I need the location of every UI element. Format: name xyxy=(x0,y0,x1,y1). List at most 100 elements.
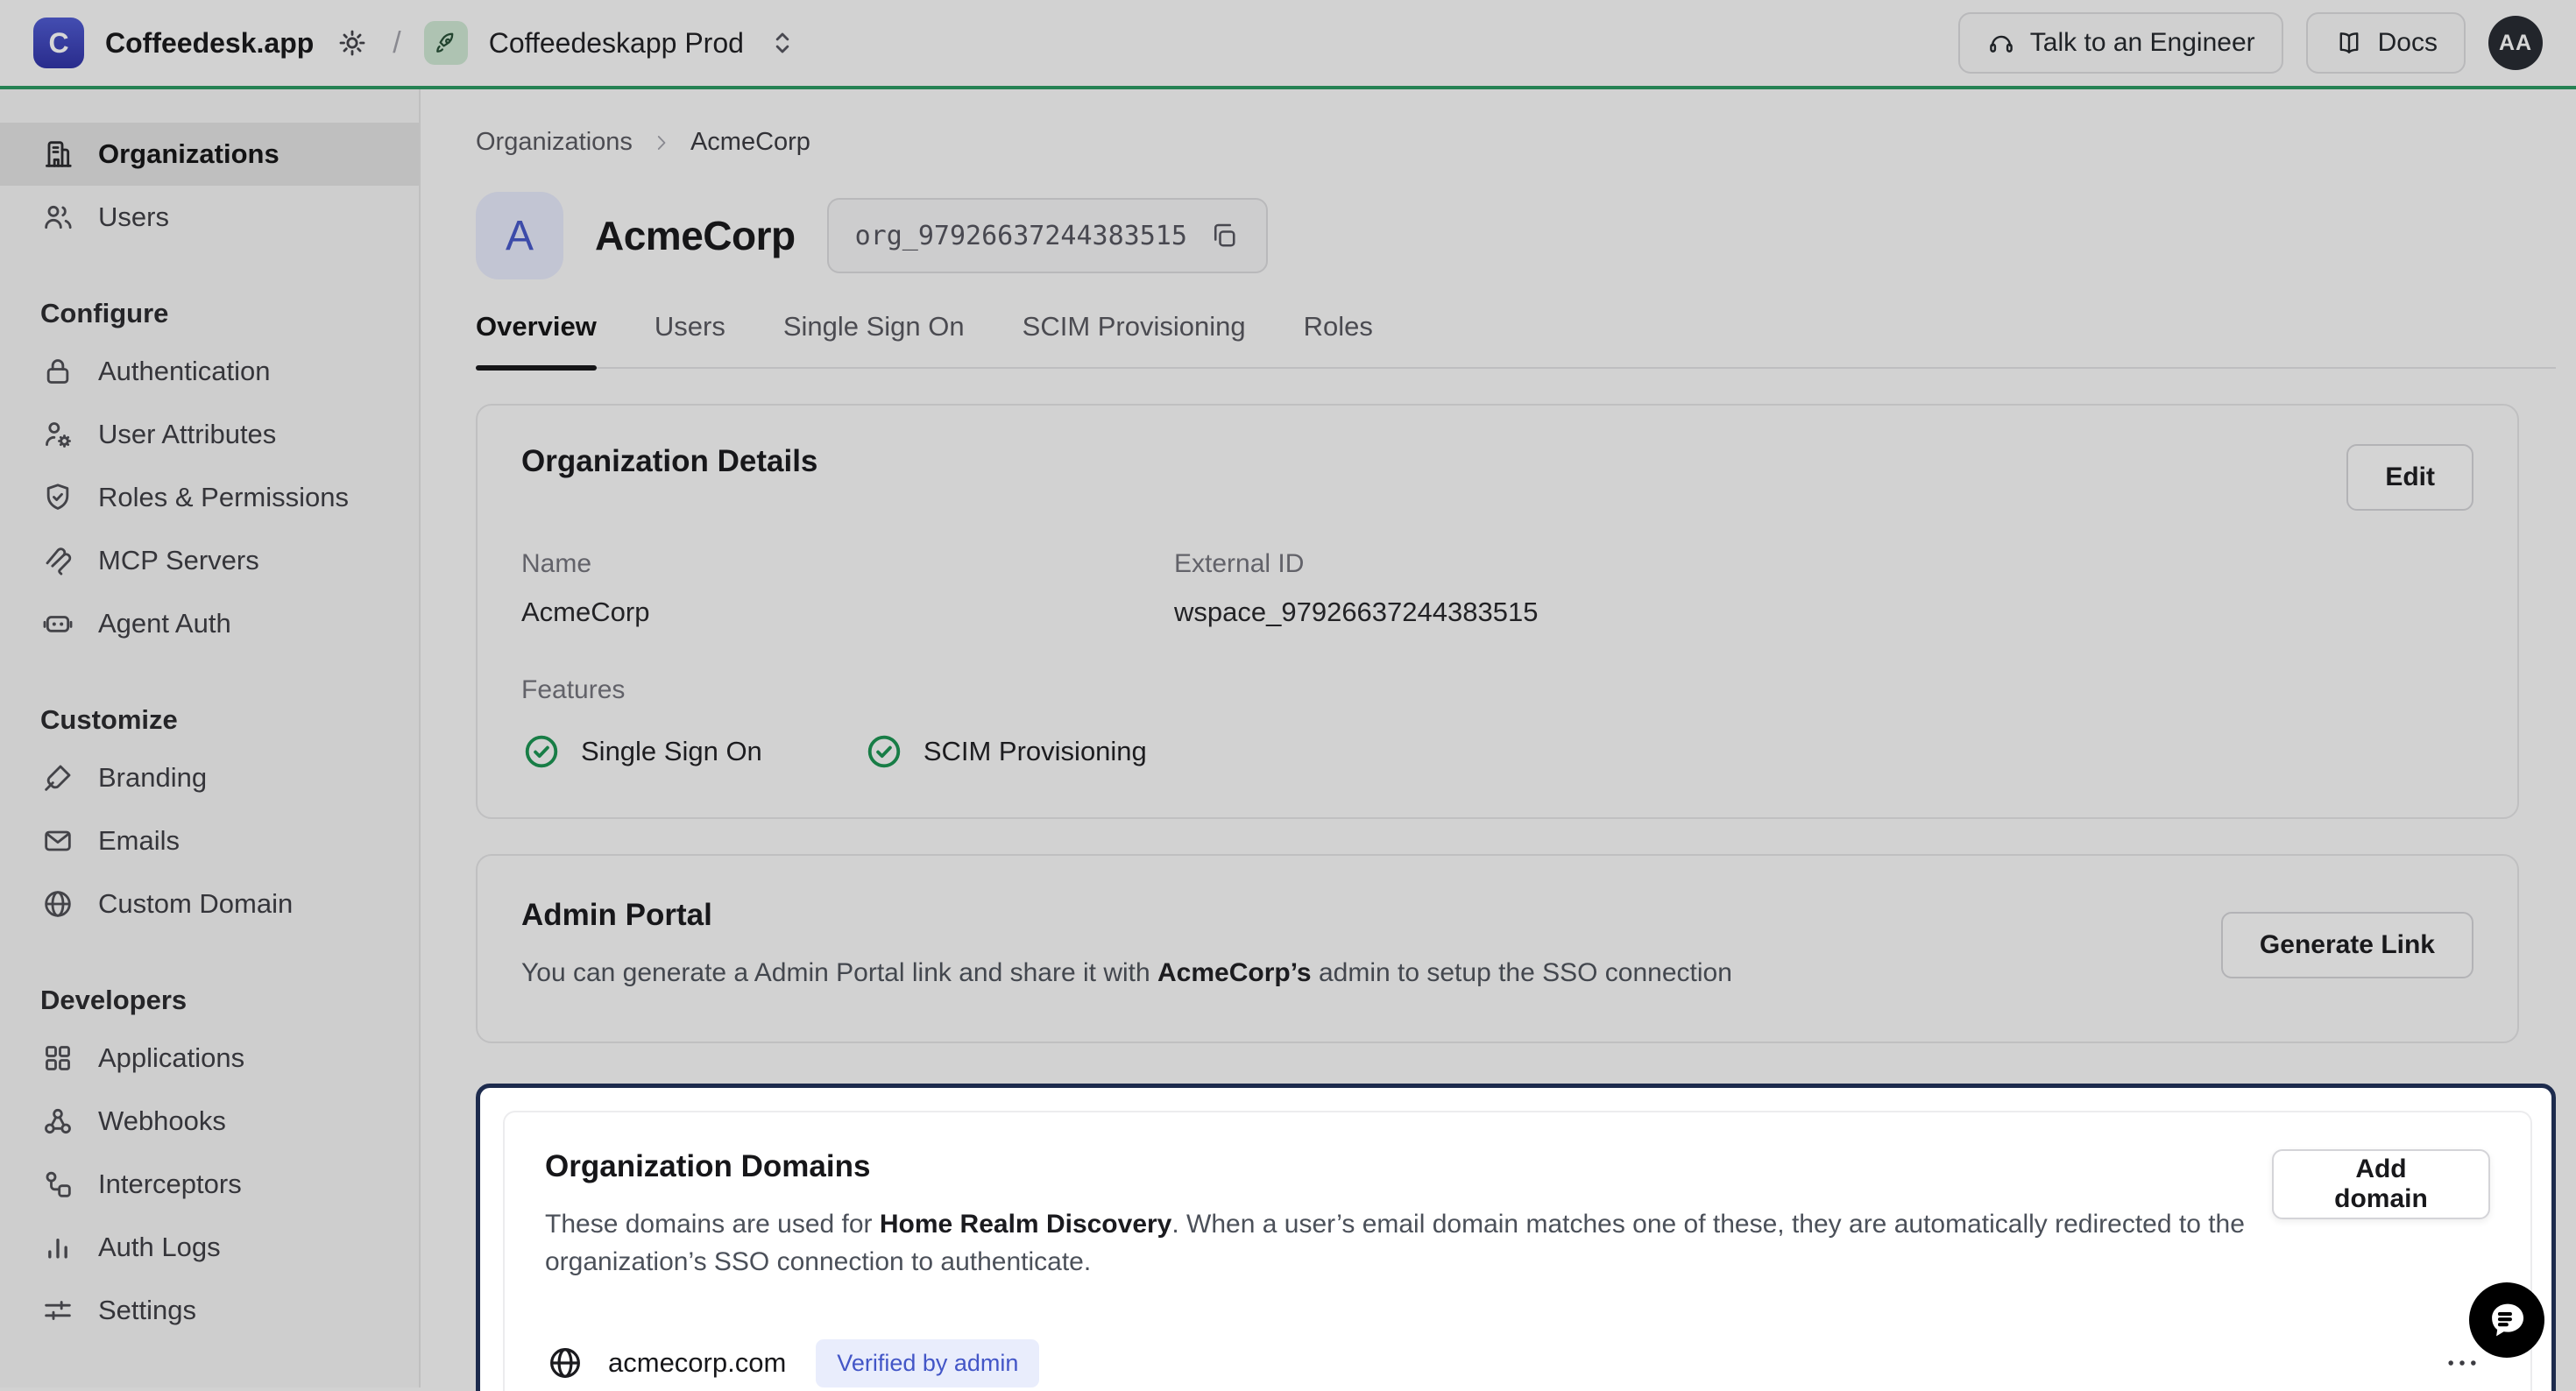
tab-single-sign-on[interactable]: Single Sign On xyxy=(783,311,965,367)
sidebar-item-authentication[interactable]: Authentication xyxy=(0,340,419,403)
domain-name: acmecorp.com xyxy=(608,1347,786,1379)
sidebar-item-label: Interceptors xyxy=(98,1169,242,1200)
ellipsis-icon xyxy=(2443,1344,2481,1382)
generate-link-button[interactable]: Generate Link xyxy=(2221,912,2473,978)
chat-bubble-icon xyxy=(2484,1297,2530,1343)
sidebar-item-label: Settings xyxy=(98,1295,196,1326)
feature-scim-provisioning: SCIM Provisioning xyxy=(864,731,1147,772)
sidebar-item-label: MCP Servers xyxy=(98,545,259,576)
organization-details-card: Organization Details Edit Name AcmeCorp … xyxy=(476,404,2519,819)
organization-domains-description: These domains are used for Home Realm Di… xyxy=(545,1205,2272,1282)
sidebar-item-roles-permissions[interactable]: Roles & Permissions xyxy=(0,466,419,529)
sidebar-item-label: Users xyxy=(98,201,169,233)
domains-desc-bold: Home Realm Discovery xyxy=(880,1210,1172,1239)
sidebar-section-developers: Developers xyxy=(0,974,419,1027)
page-title: AcmeCorp xyxy=(595,212,796,259)
talk-to-engineer-button[interactable]: Talk to an Engineer xyxy=(1958,12,2283,74)
admin-portal-desc-pre: You can generate a Admin Portal link and… xyxy=(521,958,1157,987)
verified-badge: Verified by admin xyxy=(816,1339,1039,1387)
book-icon xyxy=(2334,28,2364,58)
sidebar-item-emails[interactable]: Emails xyxy=(0,809,419,872)
feature-label: Single Sign On xyxy=(581,736,762,767)
check-circle-icon xyxy=(864,731,904,772)
chat-widget-button[interactable] xyxy=(2469,1282,2544,1358)
sidebar-item-label: Authentication xyxy=(98,356,270,387)
shield-check-icon xyxy=(40,480,75,515)
edit-button[interactable]: Edit xyxy=(2346,444,2473,511)
sidebar-item-label: Auth Logs xyxy=(98,1232,221,1263)
copy-icon[interactable] xyxy=(1208,220,1240,251)
organization-domains-title: Organization Domains xyxy=(545,1149,2272,1184)
sidebar-item-mcp-servers[interactable]: MCP Servers xyxy=(0,529,419,592)
breadcrumb-current: AcmeCorp xyxy=(690,128,810,157)
chevron-up-down-icon[interactable] xyxy=(765,25,800,60)
lock-icon xyxy=(40,354,75,389)
breadcrumb-organizations[interactable]: Organizations xyxy=(476,128,633,157)
users-icon xyxy=(40,200,75,235)
topbar: C Coffeedesk.app / Coffeedeskapp Prod Ta… xyxy=(0,0,2576,89)
bar-chart-icon xyxy=(40,1230,75,1265)
environment-name: Coffeedeskapp Prod xyxy=(489,27,744,60)
sidebar-item-interceptors[interactable]: Interceptors xyxy=(0,1153,419,1216)
admin-portal-description: You can generate a Admin Portal link and… xyxy=(521,954,1732,992)
name-value: AcmeCorp xyxy=(521,597,1174,628)
feature-label: SCIM Provisioning xyxy=(924,736,1147,767)
sidebar-item-branding[interactable]: Branding xyxy=(0,746,419,809)
sidebar-item-applications[interactable]: Applications xyxy=(0,1027,419,1090)
external-id-value: wspace_97926637244383515 xyxy=(1174,597,2473,628)
org-avatar: A xyxy=(476,192,563,279)
sidebar-item-user-attributes[interactable]: User Attributes xyxy=(0,403,419,466)
mcp-icon xyxy=(40,543,75,578)
sidebar-item-label: Custom Domain xyxy=(98,888,293,920)
sidebar-item-label: Roles & Permissions xyxy=(98,482,349,513)
building-icon xyxy=(40,137,75,172)
environment-chip[interactable] xyxy=(424,21,468,65)
breadcrumb-slash: / xyxy=(393,26,400,60)
sidebar-item-agent-auth[interactable]: Agent Auth xyxy=(0,592,419,655)
sidebar: Organizations Users Configure Authentica… xyxy=(0,89,421,1387)
admin-portal-desc-post: admin to setup the SSO connection xyxy=(1312,958,1732,987)
sidebar-item-custom-domain[interactable]: Custom Domain xyxy=(0,872,419,936)
app-logo[interactable]: C xyxy=(33,18,84,68)
sidebar-item-label: Branding xyxy=(98,762,207,794)
rocket-icon xyxy=(432,29,460,57)
external-id-label: External ID xyxy=(1174,549,2473,579)
add-domain-button[interactable]: Add domain xyxy=(2272,1149,2490,1219)
sidebar-item-webhooks[interactable]: Webhooks xyxy=(0,1090,419,1153)
webhook-icon xyxy=(40,1104,75,1139)
sidebar-item-label: Organizations xyxy=(98,138,280,170)
user-avatar[interactable]: AA xyxy=(2488,16,2543,70)
sidebar-item-settings[interactable]: Settings xyxy=(0,1279,419,1342)
nodes-icon xyxy=(40,1167,75,1202)
chevron-right-icon xyxy=(650,131,673,154)
docs-button[interactable]: Docs xyxy=(2306,12,2466,74)
tab-roles[interactable]: Roles xyxy=(1304,311,1373,367)
main-content: Organizations AcmeCorp A AcmeCorp org_97… xyxy=(421,89,2576,1387)
domains-desc-pre: These domains are used for xyxy=(545,1210,880,1239)
sidebar-section-configure: Configure xyxy=(0,287,419,340)
robot-icon xyxy=(40,606,75,641)
sidebar-item-auth-logs[interactable]: Auth Logs xyxy=(0,1216,419,1279)
org-id-chip[interactable]: org_97926637244383515 xyxy=(827,198,1268,273)
tab-overview[interactable]: Overview xyxy=(476,311,597,367)
admin-portal-title: Admin Portal xyxy=(521,898,1732,933)
feature-single-sign-on: Single Sign On xyxy=(521,731,762,772)
globe-icon xyxy=(545,1343,585,1383)
organization-details-title: Organization Details xyxy=(521,444,817,479)
gear-icon[interactable] xyxy=(335,25,370,60)
paintbrush-icon xyxy=(40,760,75,795)
check-circle-icon xyxy=(521,731,562,772)
sidebar-item-organizations[interactable]: Organizations xyxy=(0,123,419,186)
envelope-icon xyxy=(40,823,75,858)
organization-domains-card: Organization Domains These domains are u… xyxy=(503,1111,2532,1391)
sliders-icon xyxy=(40,1293,75,1328)
org-id-value: org_97926637244383515 xyxy=(855,221,1187,251)
tab-scim-provisioning[interactable]: SCIM Provisioning xyxy=(1023,311,1246,367)
user-gear-icon xyxy=(40,417,75,452)
headset-icon xyxy=(1986,28,2016,58)
tab-users[interactable]: Users xyxy=(655,311,725,367)
sidebar-item-label: Agent Auth xyxy=(98,608,231,639)
tour-spotlight: Organization Domains These domains are u… xyxy=(476,1084,2556,1391)
sidebar-item-users[interactable]: Users xyxy=(0,186,419,249)
sidebar-item-label: User Attributes xyxy=(98,419,276,450)
